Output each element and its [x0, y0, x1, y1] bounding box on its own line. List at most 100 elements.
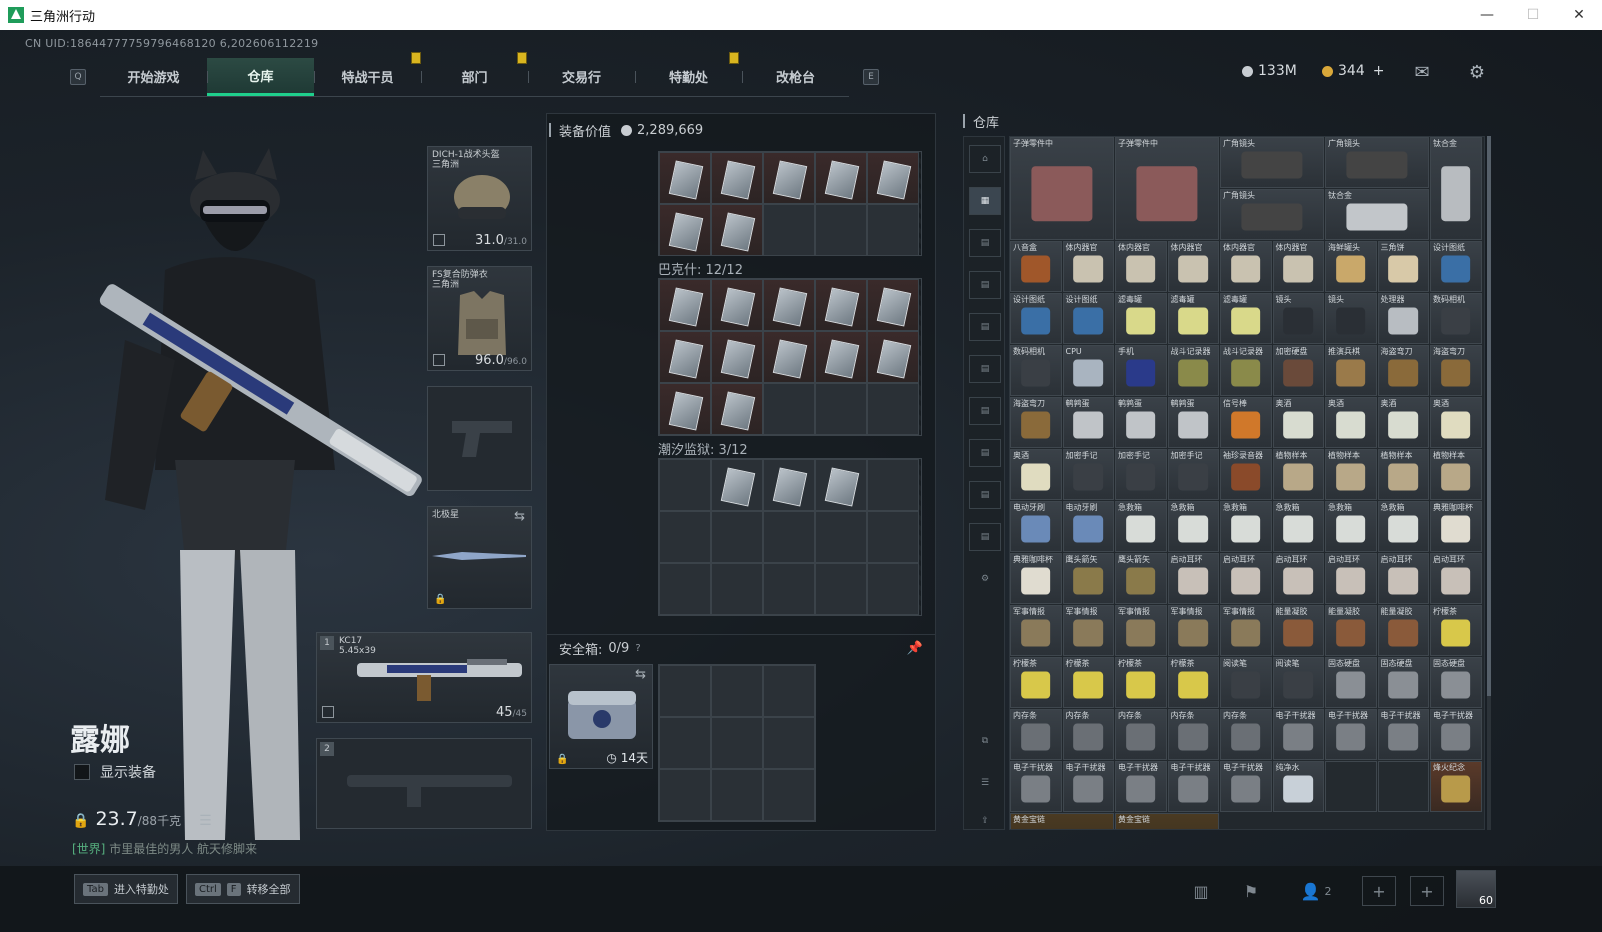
warehouse-item[interactable]: 子弹零件中	[1010, 137, 1114, 240]
tab-gunsmith[interactable]: 改枪台	[742, 58, 849, 96]
warehouse-item[interactable]: 柠檬茶	[1115, 657, 1167, 708]
grid-cell[interactable]	[763, 511, 815, 563]
warehouse-item[interactable]: 启动耳环	[1220, 553, 1272, 604]
grid-cell[interactable]	[763, 717, 815, 769]
grid-cell[interactable]	[763, 204, 815, 256]
warehouse-item[interactable]: 鹰头箭矢	[1062, 553, 1114, 604]
warehouse-item[interactable]: 鹰头箭矢	[1115, 553, 1167, 604]
transfer-icon[interactable]: ⇪	[969, 811, 1001, 831]
grid-item[interactable]	[659, 383, 711, 435]
maximize-button[interactable]: ☐	[1510, 0, 1556, 30]
warehouse-home-icon[interactable]: ⌂	[969, 145, 1001, 173]
warehouse-item[interactable]: 烽火纪念	[1430, 761, 1482, 812]
chat-line[interactable]: [世界] 市里最佳的男人 航天修脚来	[72, 840, 257, 857]
warehouse-item[interactable]: 鹌鹑蛋	[1115, 397, 1167, 448]
warehouse-item[interactable]: 电子干扰器	[1430, 709, 1482, 760]
warehouse-item[interactable]: 三角饼	[1377, 241, 1429, 292]
warehouse-item[interactable]: 奥酒	[1010, 449, 1062, 500]
mail-icon[interactable]: ✉	[1411, 64, 1433, 82]
next-tab-key[interactable]: E	[863, 69, 879, 85]
warehouse-item[interactable]: 钛合金	[1325, 189, 1429, 240]
warehouse-tab-5[interactable]: ▤	[969, 355, 1001, 383]
warehouse-item[interactable]: 镜头	[1325, 293, 1377, 344]
grid-item[interactable]	[815, 331, 867, 383]
grid-cell[interactable]	[815, 563, 867, 615]
melee-slot[interactable]: 北极星 ⇆ 🔒	[427, 506, 532, 609]
warehouse-item[interactable]: 奥酒	[1325, 397, 1377, 448]
tab-special-ops[interactable]: 特勤处	[635, 58, 742, 96]
warehouse-tab-7[interactable]: ▤	[969, 439, 1001, 467]
warehouse-item[interactable]: 急救箱	[1377, 501, 1429, 552]
warehouse-item[interactable]: 启动耳环	[1325, 553, 1377, 604]
grid-item[interactable]	[659, 204, 711, 256]
warehouse-tab-9[interactable]: ▤	[969, 523, 1001, 551]
grid-cell[interactable]	[711, 563, 763, 615]
warehouse-item[interactable]	[1325, 761, 1377, 812]
grid-cell[interactable]	[867, 459, 919, 511]
warehouse-item[interactable]: 启动耳环	[1377, 553, 1429, 604]
warehouse-item[interactable]: 海盗弯刀	[1430, 345, 1482, 396]
tab-start-game[interactable]: 开始游戏	[100, 58, 207, 96]
grid-cell[interactable]	[711, 665, 763, 717]
warehouse-item[interactable]: 电动牙刷	[1010, 501, 1062, 552]
warehouse-item[interactable]: 广角镜头	[1220, 137, 1324, 188]
warehouse-item[interactable]: 军事情报	[1220, 605, 1272, 656]
safe-box-item[interactable]: ⇆ 🔒 ◷ 14天	[549, 664, 653, 769]
warehouse-item[interactable]: 电子干扰器	[1325, 709, 1377, 760]
warehouse-item[interactable]: 阅读笔	[1272, 657, 1324, 708]
warehouse-item[interactable]: 战斗记录器	[1167, 345, 1219, 396]
warehouse-item[interactable]: 内存条	[1010, 709, 1062, 760]
grid-item[interactable]	[711, 383, 763, 435]
warehouse-item[interactable]: 奥酒	[1430, 397, 1482, 448]
flag-icon[interactable]: ⚑	[1234, 876, 1268, 906]
warehouse-item[interactable]: 植物样本	[1325, 449, 1377, 500]
grid-item[interactable]	[763, 279, 815, 331]
chest-rig-grid[interactable]	[658, 151, 922, 256]
add-gold-button[interactable]: +	[1373, 63, 1385, 79]
help-icon[interactable]: ?	[635, 643, 640, 654]
grid-cell[interactable]	[867, 511, 919, 563]
warehouse-item[interactable]: 信号棒	[1220, 397, 1272, 448]
warehouse-item[interactable]: 滤毒罐	[1220, 293, 1272, 344]
warehouse-item[interactable]: 黄金宝链	[1010, 813, 1114, 829]
warehouse-item[interactable]: 海盗弯刀	[1010, 397, 1062, 448]
add-teammate-button[interactable]: +	[1362, 876, 1396, 906]
enter-special-ops-button[interactable]: Tab 进入特勤处	[74, 874, 178, 904]
warehouse-item[interactable]: 植物样本	[1377, 449, 1429, 500]
warehouse-item[interactable]: 处理器	[1377, 293, 1429, 344]
warehouse-item[interactable]: 柠檬茶	[1430, 605, 1482, 656]
warehouse-item[interactable]: 鹌鹑蛋	[1167, 397, 1219, 448]
grid-item[interactable]	[659, 331, 711, 383]
grid-item[interactable]	[711, 204, 763, 256]
warehouse-tab-4[interactable]: ▤	[969, 313, 1001, 341]
warehouse-item[interactable]: 固态硬盘	[1325, 657, 1377, 708]
warehouse-item[interactable]: 数码相机	[1010, 345, 1062, 396]
grid-item[interactable]	[711, 279, 763, 331]
warehouse-item[interactable]: 纯净水	[1272, 761, 1324, 812]
grid-item[interactable]	[711, 331, 763, 383]
warehouse-item[interactable]: 启动耳环	[1430, 553, 1482, 604]
warehouse-tab-2[interactable]: ▤	[969, 229, 1001, 257]
warehouse-item[interactable]: 设计图纸	[1010, 293, 1062, 344]
warehouse-item[interactable]: 能量凝胶	[1377, 605, 1429, 656]
warehouse-item[interactable]: 急救箱	[1325, 501, 1377, 552]
warehouse-item[interactable]: 子弹零件中	[1115, 137, 1219, 240]
safe-box-grid[interactable]	[658, 664, 816, 822]
close-button[interactable]: ✕	[1556, 0, 1602, 30]
warehouse-item[interactable]: 柠檬茶	[1062, 657, 1114, 708]
grid-cell[interactable]	[659, 459, 711, 511]
warehouse-item[interactable]: 滤毒罐	[1167, 293, 1219, 344]
warehouse-item[interactable]: 军事情报	[1115, 605, 1167, 656]
warehouse-item[interactable]: 广角镜头	[1220, 189, 1324, 240]
tab-department[interactable]: 部门	[421, 58, 528, 96]
prev-tab-key[interactable]: Q	[70, 69, 86, 85]
warehouse-item[interactable]: 加密手记	[1115, 449, 1167, 500]
sort-icon[interactable]: ⧉	[969, 727, 1001, 755]
grid-cell[interactable]	[867, 204, 919, 256]
warehouse-item[interactable]: 能量凝胶	[1325, 605, 1377, 656]
show-equipment-toggle[interactable]: 显示装备	[74, 762, 156, 782]
grid-item[interactable]	[659, 152, 711, 204]
grid-item[interactable]	[867, 331, 919, 383]
warehouse-item[interactable]: 数码相机	[1430, 293, 1482, 344]
warehouse-item[interactable]: 滤毒罐	[1115, 293, 1167, 344]
